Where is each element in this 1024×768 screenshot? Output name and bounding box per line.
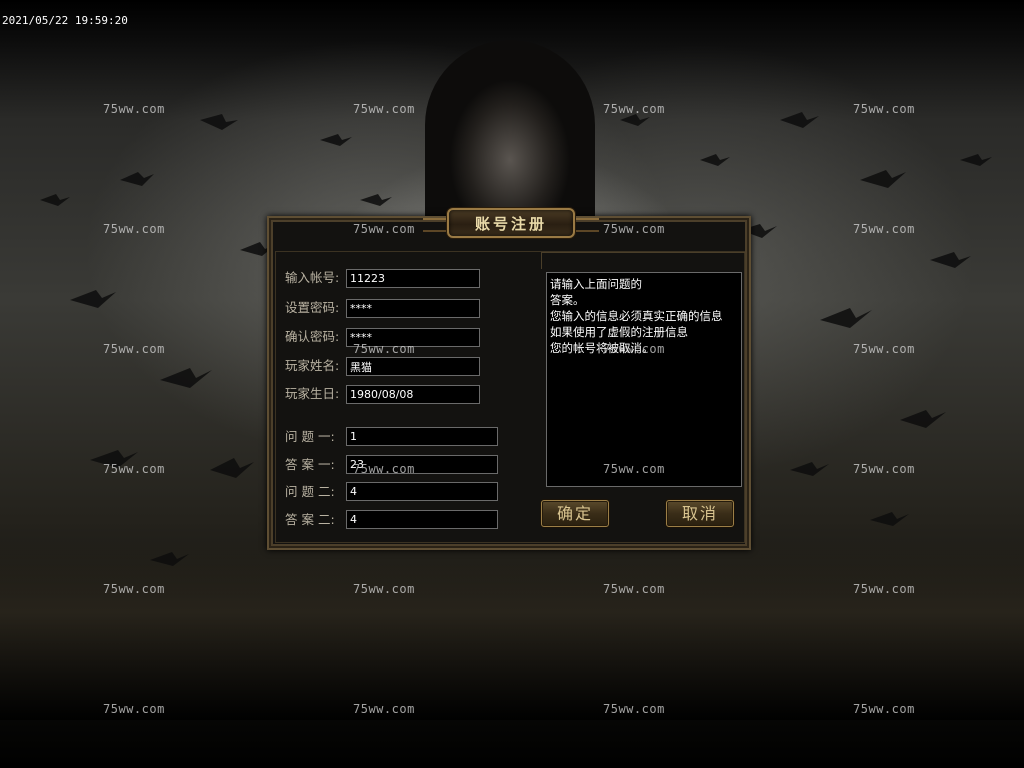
- info-line: 您输入的信息必须真实正确的信息: [550, 309, 723, 323]
- confirm-button[interactable]: 确定: [541, 500, 609, 527]
- info-line: 如果使用了虚假的注册信息: [550, 325, 688, 339]
- confirm-password-label: 确认密码:: [285, 329, 340, 344]
- dialog-title: 账号注册: [447, 208, 575, 238]
- cancel-button[interactable]: 取消: [666, 500, 734, 527]
- question-one-label: 问 题 一:: [285, 429, 335, 444]
- birthday-label: 玩家生日:: [285, 386, 340, 401]
- player-name-input[interactable]: [346, 357, 480, 376]
- password-input[interactable]: [346, 299, 480, 318]
- account-input[interactable]: [346, 269, 480, 288]
- password-label: 设置密码:: [285, 300, 340, 315]
- title-ornament-left: [423, 218, 447, 232]
- question-two-label: 问 题 二:: [285, 484, 335, 499]
- question-two-input[interactable]: [346, 482, 498, 501]
- info-line: 您的帐号将被取消。: [550, 341, 654, 355]
- question-one-input[interactable]: [346, 427, 498, 446]
- answer-one-input[interactable]: [346, 455, 498, 474]
- answer-two-input[interactable]: [346, 510, 498, 529]
- answer-two-label: 答 案 二:: [285, 512, 335, 527]
- account-label: 输入帐号:: [285, 270, 340, 285]
- info-line: 答案。: [550, 293, 585, 307]
- timestamp: 2021/05/22 19:59:20: [2, 14, 128, 27]
- answer-one-label: 答 案 一:: [285, 457, 335, 472]
- player-name-label: 玩家姓名:: [285, 358, 340, 373]
- birthday-input[interactable]: [346, 385, 480, 404]
- info-panel: 请输入上面问题的 答案。 您输入的信息必须真实正确的信息 如果使用了虚假的注册信…: [546, 272, 742, 487]
- info-panel-ornament: [541, 252, 746, 269]
- info-line: 请输入上面问题的: [550, 277, 642, 291]
- title-ornament-right: [575, 218, 599, 232]
- confirm-password-input[interactable]: [346, 328, 480, 347]
